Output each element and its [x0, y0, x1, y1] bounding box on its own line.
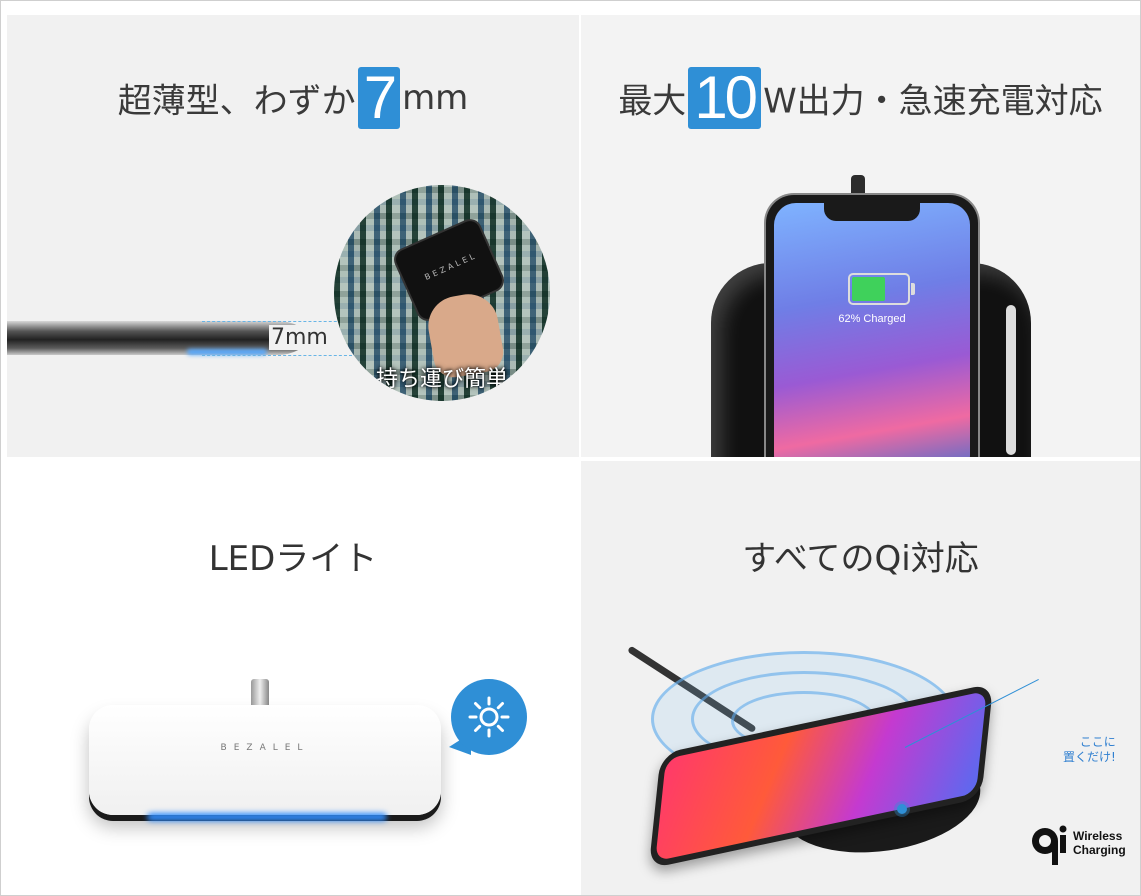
portable-caption: 持ち運び簡単 — [375, 367, 508, 392]
power-headline: 最大 10 W出力・急速充電対応 — [581, 67, 1140, 129]
feature-panel-led: LEDライト BEZALEL — [7, 461, 579, 895]
stand-highlight — [1006, 305, 1016, 455]
qi-logo-line1: Wireless — [1073, 829, 1123, 843]
thin-headline-prefix: 超薄型、わずか — [117, 81, 356, 122]
pad-brand-text: BEZALEL — [220, 743, 310, 753]
pointer-dot — [897, 804, 907, 814]
charger-brand-text: BEZALEL — [423, 250, 479, 282]
charge-status-text: 62% Charged — [838, 313, 906, 325]
note-line-2: 置くだけ! — [1063, 750, 1116, 764]
portable-photo-circle: BEZALEL 持ち運び簡単 — [334, 185, 550, 401]
note-line-1: ここに — [1079, 735, 1116, 749]
light-bubble — [451, 679, 527, 755]
feature-panel-power: 最大 10 W出力・急速充電対応 62% Charged — [581, 15, 1140, 457]
dimension-line-bottom — [202, 355, 352, 356]
qi-logo-line2: Charging — [1073, 843, 1126, 857]
place-here-note: ここに 置くだけ! — [1063, 735, 1116, 765]
dimension-label: 7mm — [269, 325, 330, 350]
phone-on-stand: 62% Charged — [766, 195, 978, 457]
sun-icon — [468, 696, 510, 738]
qi-logo-icon — [1032, 825, 1067, 865]
thin-headline: 超薄型、わずか 7 mm — [7, 67, 579, 129]
phone-screen: 62% Charged — [774, 203, 970, 457]
qi-logo: Wireless Charging — [1029, 813, 1139, 873]
led-title: LEDライト — [208, 539, 378, 579]
power-headline-prefix: 最大 — [618, 81, 687, 122]
battery-icon — [848, 273, 915, 305]
thin-headline-number: 7 — [357, 67, 401, 129]
qi-logo-text: Wireless Charging — [1073, 829, 1126, 857]
power-headline-number: 10 — [688, 67, 762, 129]
white-charging-pad: BEZALEL — [89, 705, 441, 815]
battery-level — [852, 277, 885, 301]
feature-panel-thin: 超薄型、わずか 7 mm 7mm BEZALEL 持ち運び簡単 — [7, 15, 579, 457]
qi-title: すべてのQi対応 — [742, 539, 979, 579]
led-glow-bar — [147, 813, 387, 821]
dimension-line-top — [202, 321, 352, 322]
battery-tip — [911, 283, 915, 295]
thin-headline-suffix: mm — [402, 78, 469, 118]
feature-grid: 超薄型、わずか 7 mm 7mm BEZALEL 持ち運び簡単 最大 10 W出力・急速… — [0, 0, 1141, 896]
phone-notch — [824, 203, 920, 221]
feature-panel-qi: すべてのQi対応 ここに 置くだけ! Wireless Charging — [581, 461, 1140, 895]
power-headline-suffix: W出力・急速充電対応 — [763, 81, 1103, 122]
